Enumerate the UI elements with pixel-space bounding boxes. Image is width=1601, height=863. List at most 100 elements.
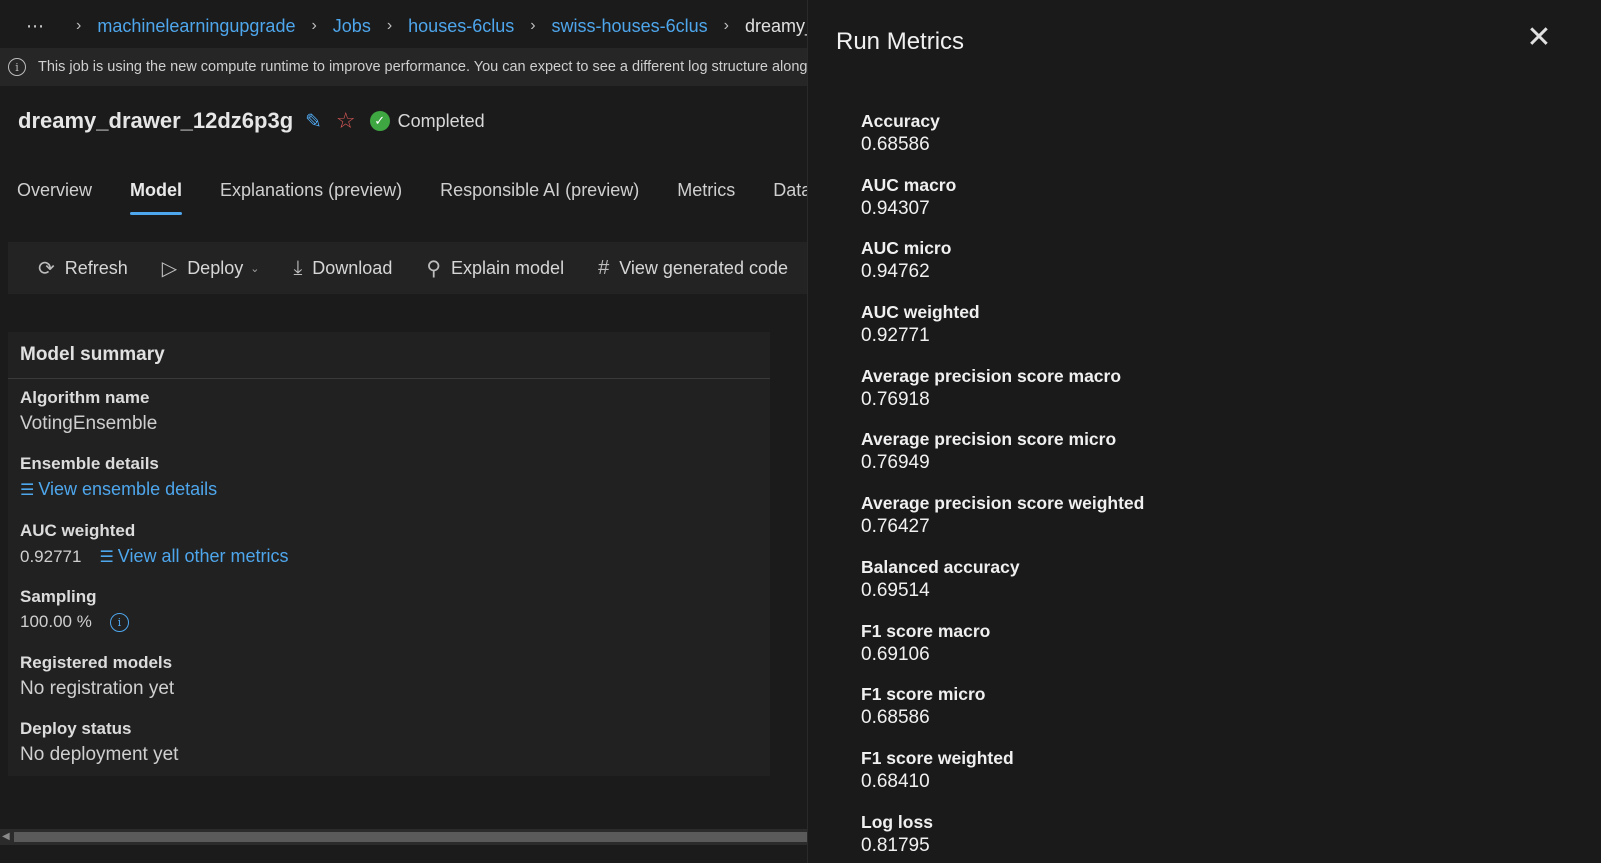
metric-item: F1 score weighted 0.68410 <box>861 747 1561 811</box>
view-ensemble-details-label: View ensemble details <box>38 479 218 499</box>
view-generated-code-button[interactable]: # View generated code <box>598 257 788 280</box>
info-icon[interactable]: i <box>109 612 129 632</box>
model-summary-title: Model summary <box>20 344 165 365</box>
panel-title: Run Metrics <box>836 28 965 55</box>
scroll-left-arrow-icon[interactable]: ◀ <box>2 831 10 842</box>
metric-item: Accuracy 0.68586 <box>861 110 1561 174</box>
sampling-label: Sampling <box>20 587 97 606</box>
metric-name: AUC weighted <box>861 302 980 323</box>
auc-label: AUC weighted <box>20 521 136 540</box>
download-button[interactable]: ⤓ Download <box>293 257 392 280</box>
refresh-icon: ⟳ <box>38 257 55 280</box>
algorithm-value: VotingEnsemble <box>20 413 158 434</box>
tab-responsible-ai[interactable]: Responsible AI (preview) <box>440 180 639 215</box>
metric-item: Average precision score micro 0.76949 <box>861 428 1561 492</box>
explain-model-label: Explain model <box>451 257 565 278</box>
metric-name: F1 score macro <box>861 620 991 641</box>
play-icon: ▷ <box>161 257 178 280</box>
metric-name: AUC micro <box>861 238 952 259</box>
metric-value: 0.76918 <box>861 388 930 410</box>
deploy-label: Deploy <box>187 257 244 278</box>
metric-item: Average precision score macro 0.76918 <box>861 365 1561 429</box>
view-all-metrics-label: View all other metrics <box>117 546 289 566</box>
metric-value: 0.69514 <box>861 579 930 601</box>
metric-name: F1 score micro <box>861 684 986 705</box>
algorithm-label: Algorithm name <box>20 388 150 407</box>
bulleted-list-icon: ☰ <box>20 481 35 499</box>
info-icon: i <box>8 58 26 76</box>
breadcrumb-jobs-link[interactable]: Jobs <box>333 16 371 37</box>
auc-field: AUC weighted 0.92771 ☰ View all other me… <box>20 521 289 567</box>
metric-item: Balanced accuracy 0.69514 <box>861 556 1561 620</box>
deploy-status-value: No deployment yet <box>20 744 179 765</box>
breadcrumb-workspace-link[interactable]: machinelearningupgrade <box>97 16 295 37</box>
algorithm-field: Algorithm name VotingEnsemble <box>20 388 157 435</box>
run-metrics-panel: Run Metrics ✕ Accuracy 0.68586 AUC macro 0.… <box>807 0 1601 863</box>
metrics-list: Accuracy 0.68586 AUC macro 0.94307 AUC micro… <box>861 110 1561 863</box>
tab-model[interactable]: Model <box>130 180 183 215</box>
registered-models-label: Registered models <box>20 653 173 672</box>
favorite-star-icon[interactable]: ☆ <box>336 108 356 134</box>
sampling-field: Sampling 100.00 % i <box>20 587 129 632</box>
bulleted-list-icon: ☰ <box>99 548 114 566</box>
breadcrumb-parent-job-link[interactable]: swiss-houses-6clus <box>552 16 708 37</box>
tab-metrics[interactable]: Metrics <box>677 180 735 215</box>
download-icon: ⤓ <box>293 256 303 279</box>
breadcrumb-experiment-link[interactable]: houses-6clus <box>408 16 514 37</box>
refresh-label: Refresh <box>64 257 128 278</box>
download-label: Download <box>312 257 393 278</box>
metric-item: F1 score micro 0.68586 <box>861 683 1561 747</box>
page-title: dreamy_drawer_12dz6p3g <box>18 108 294 133</box>
view-all-metrics-link[interactable]: ☰ View all other metrics <box>99 546 288 567</box>
status-check-icon: ✓ <box>369 111 390 131</box>
tab-overview[interactable]: Overview <box>17 180 92 215</box>
ensemble-field: Ensemble details ☰ View ensemble details <box>20 454 217 500</box>
close-icon[interactable]: ✕ <box>1524 23 1554 54</box>
metric-item: F1 score macro 0.69106 <box>861 620 1561 684</box>
metric-item: AUC weighted 0.92771 <box>861 301 1561 365</box>
registered-models-value: No registration yet <box>20 678 175 699</box>
sampling-value: 100.00 % <box>20 612 92 631</box>
metric-name: Average precision score micro <box>861 429 1117 450</box>
status-badge: Completed <box>397 110 485 131</box>
chevron-right-icon: › <box>386 17 393 34</box>
deploy-status-field: Deploy status No deployment yet <box>20 719 178 766</box>
metric-name: Average precision score weighted <box>861 493 1145 514</box>
chevron-right-icon: › <box>311 17 317 34</box>
deploy-button[interactable]: ▷ Deploy ⌄ <box>162 256 260 281</box>
registered-models-field: Registered models No registration yet <box>20 653 174 700</box>
chevron-right-icon: › <box>530 17 536 34</box>
metric-value: 0.68586 <box>861 134 930 155</box>
metric-value: 0.68410 <box>861 770 930 792</box>
metric-item: AUC macro 0.94307 <box>861 174 1561 238</box>
edit-pencil-icon[interactable]: ✎ <box>305 109 322 134</box>
job-header: dreamy_drawer_12dz6p3g ✎ ☆ ✓ Completed <box>18 108 485 134</box>
zoom-search-icon: ⚲ <box>426 257 441 280</box>
view-ensemble-details-link[interactable]: ☰ View ensemble details <box>20 479 217 500</box>
metric-name: AUC macro <box>861 174 957 195</box>
chevron-right-icon: › <box>76 17 82 34</box>
divider <box>8 378 770 379</box>
refresh-button[interactable]: ⟳ Refresh <box>38 256 128 281</box>
info-message-text: This job is using the new compute runtim… <box>38 59 926 75</box>
metric-item: AUC micro 0.94762 <box>861 237 1561 301</box>
view-generated-code-label: View generated code <box>619 257 788 278</box>
breadcrumb-overflow-button[interactable]: ⋯ <box>26 16 60 37</box>
metric-value: 0.94762 <box>861 261 930 283</box>
explain-model-button[interactable]: ⚲ Explain model <box>426 256 564 281</box>
metric-name: Accuracy <box>861 111 940 131</box>
metric-name: F1 score weighted <box>861 747 1014 768</box>
metric-item: Average precision score weighted 0.76427 <box>861 492 1561 556</box>
metric-name: Log loss <box>861 811 933 832</box>
metric-value: 0.76949 <box>861 452 930 474</box>
deploy-status-label: Deploy status <box>20 719 132 738</box>
metric-value: 0.68586 <box>861 707 930 729</box>
ensemble-label: Ensemble details <box>20 454 159 473</box>
metric-value: 0.92771 <box>861 325 930 347</box>
metric-value: 0.76427 <box>861 516 930 538</box>
metric-value: 0.69106 <box>861 643 930 665</box>
metric-name: Balanced accuracy <box>861 556 1020 577</box>
metric-item: Log loss 0.81795 <box>861 811 1561 863</box>
tab-explanations[interactable]: Explanations (preview) <box>220 180 402 215</box>
hash-icon: # <box>598 256 610 279</box>
